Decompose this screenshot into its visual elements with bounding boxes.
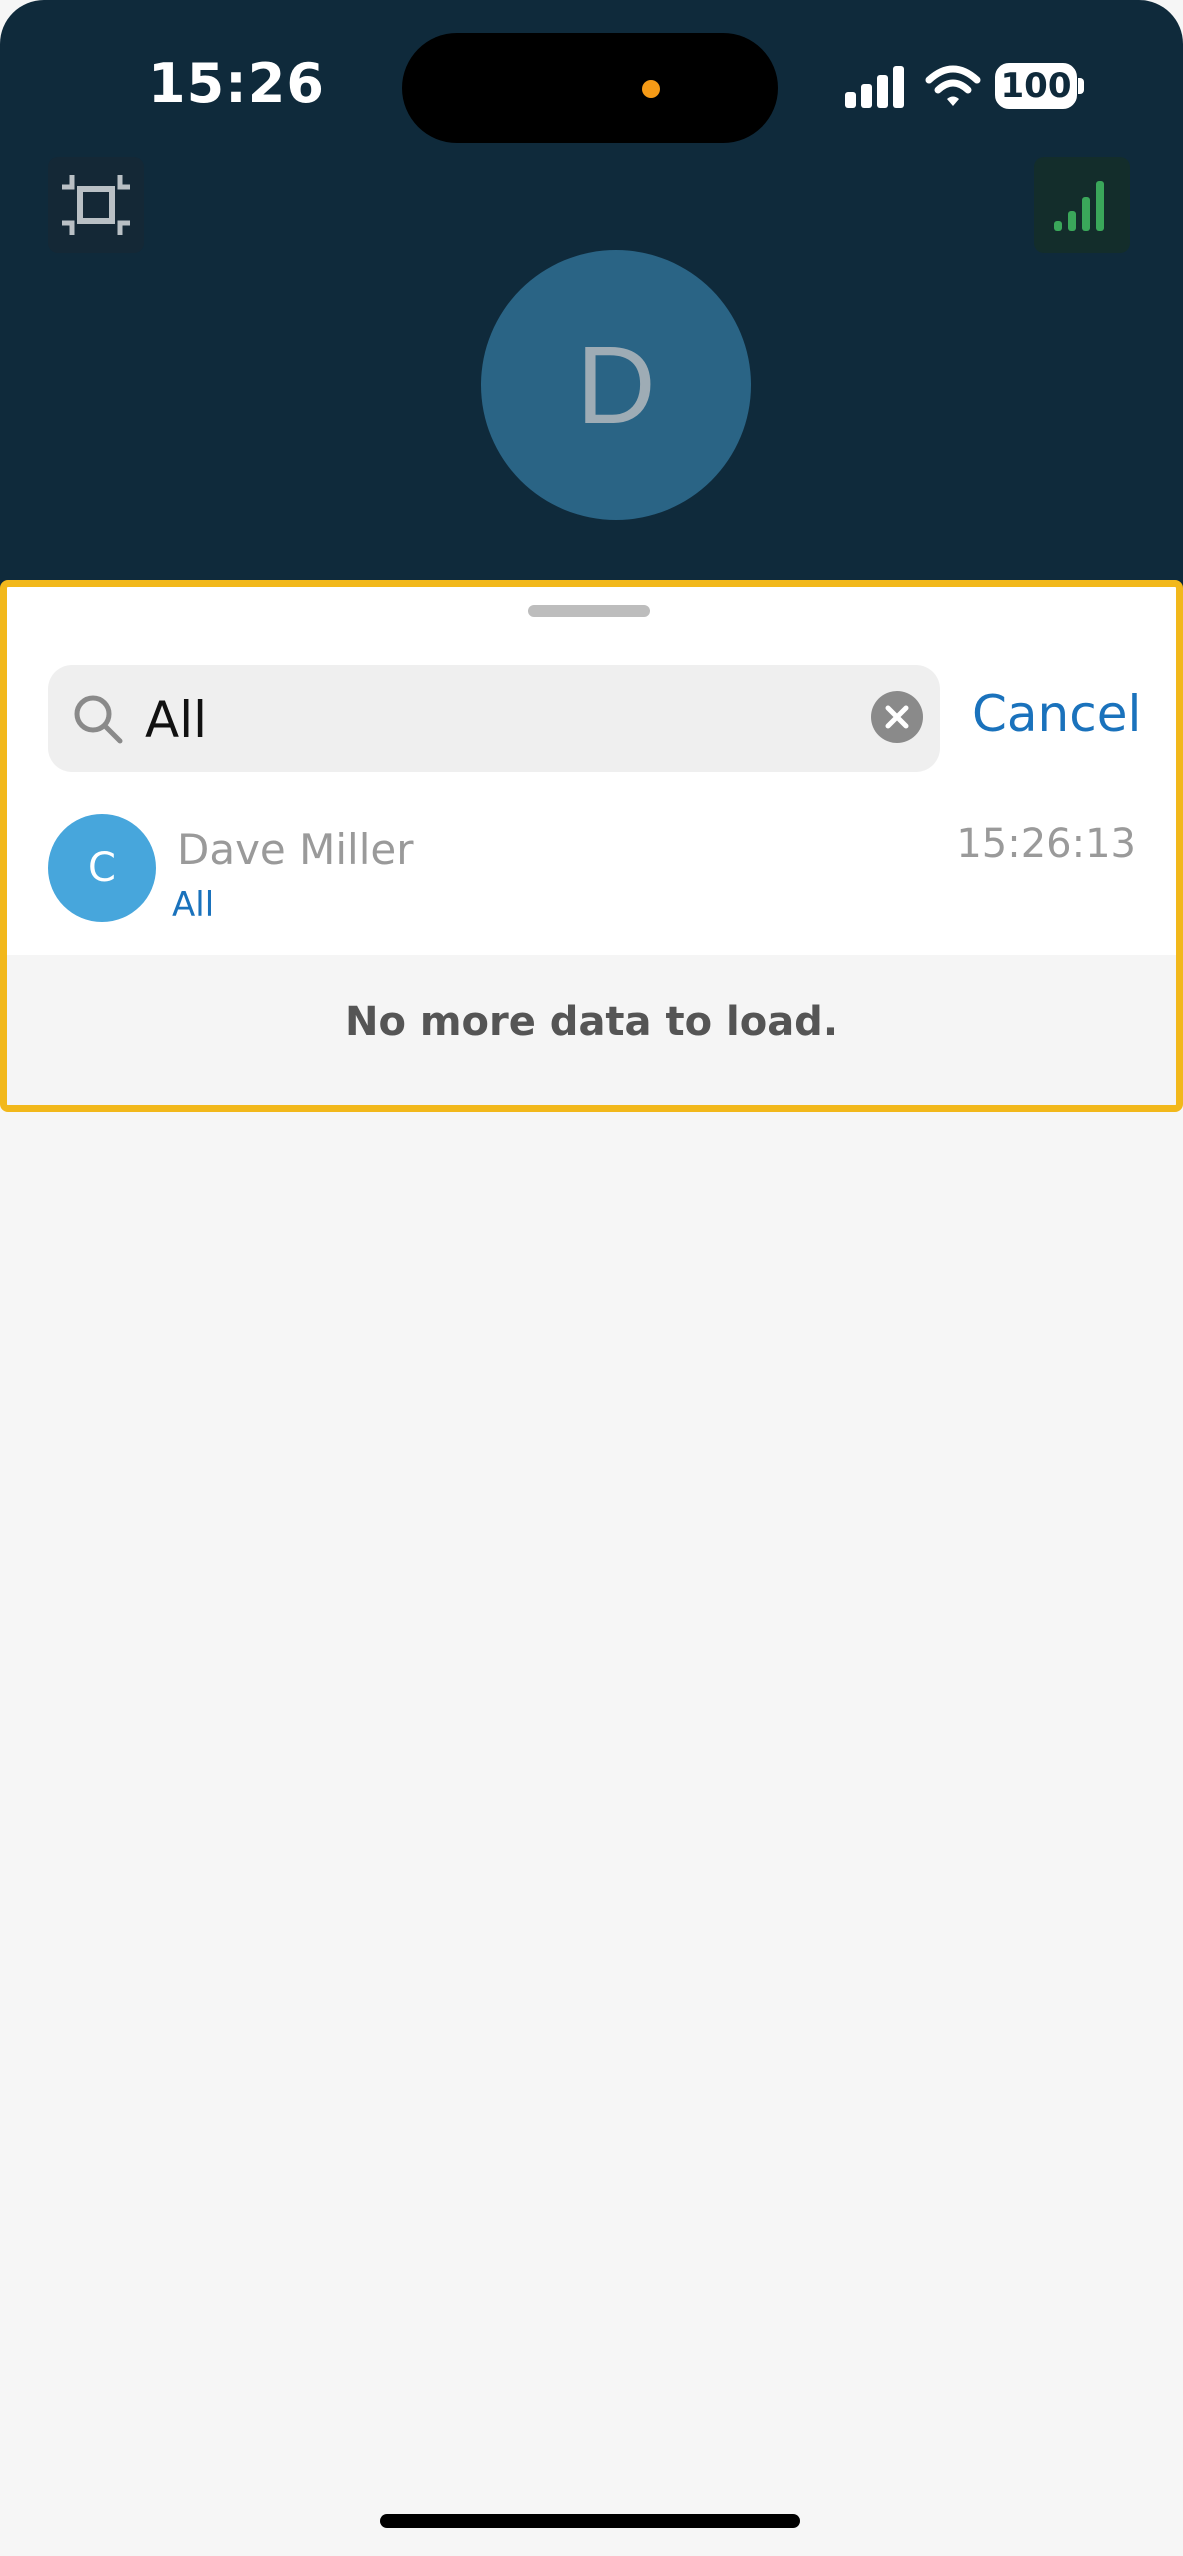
search-value[interactable]: All xyxy=(145,691,207,749)
list-item[interactable]: C Dave Miller All 15:26:13 xyxy=(7,797,1176,947)
no-more-data-message: No more data to load. xyxy=(344,999,839,1045)
list-footer: No more data to load. xyxy=(7,955,1176,1105)
signal-strength-icon xyxy=(1054,181,1104,231)
matched-text: All xyxy=(172,885,215,925)
clear-search-button[interactable] xyxy=(871,691,923,743)
clear-icon xyxy=(885,705,909,729)
crop-icon xyxy=(62,175,130,235)
screen: 15:26 100 D All Cancel C Dave Miller All… xyxy=(0,0,1183,2556)
sheet-grabber[interactable] xyxy=(528,605,650,617)
contact-name: Dave Miller xyxy=(177,825,414,874)
home-indicator[interactable] xyxy=(380,2514,800,2528)
message-timestamp: 15:26:13 xyxy=(956,821,1136,867)
avatar: C xyxy=(48,814,156,922)
cancel-button[interactable]: Cancel xyxy=(972,685,1141,743)
status-time: 15:26 xyxy=(148,52,325,115)
network-quality-button[interactable] xyxy=(1034,157,1130,253)
battery-tip xyxy=(1078,78,1084,94)
battery-level: 100 xyxy=(1000,66,1072,106)
search-icon xyxy=(74,695,123,744)
caller-avatar: D xyxy=(481,250,751,520)
search-input[interactable]: All xyxy=(48,665,940,772)
crop-button[interactable] xyxy=(48,157,144,253)
battery-indicator: 100 xyxy=(995,63,1077,109)
call-header: 15:26 100 D xyxy=(0,0,1183,600)
wifi-icon xyxy=(925,65,981,106)
cellular-signal-icon xyxy=(845,66,905,108)
search-sheet: All Cancel C Dave Miller All 15:26:13 No… xyxy=(0,580,1183,1112)
dynamic-island xyxy=(402,33,778,143)
privacy-indicator-dot xyxy=(642,80,660,98)
